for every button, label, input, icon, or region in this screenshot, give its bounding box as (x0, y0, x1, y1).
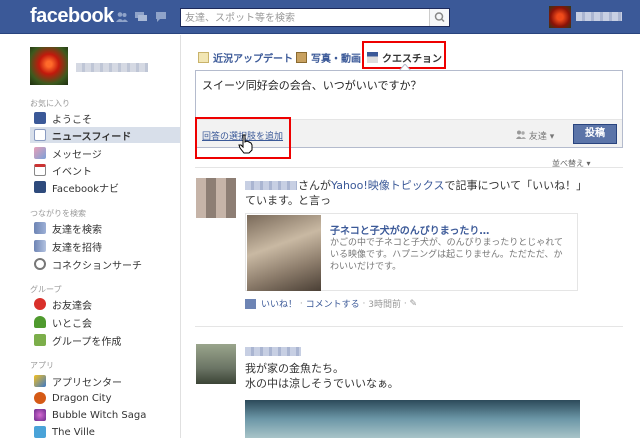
sidebar-item-label: メッセージ (52, 149, 102, 161)
sidebar-item-label: Facebookナビ (52, 183, 119, 195)
feed-separator (195, 167, 623, 168)
photo-icon (296, 51, 307, 63)
sidebar-item-news-feed[interactable]: ニュースフィード (30, 127, 180, 143)
invite-friends-icon (34, 240, 46, 252)
sidebar-item-create-group[interactable]: グループを作成 (34, 332, 180, 348)
question-text[interactable]: スイーツ同好会の会合、いつがいいですか？ (202, 77, 421, 93)
timestamp[interactable]: 3時間前 (368, 297, 401, 310)
notifications-icon[interactable] (155, 11, 167, 23)
tab-status-update[interactable]: 近況アップデート (198, 50, 293, 65)
sidebar-item-group-itoko[interactable]: いとこ会 (34, 314, 180, 330)
story-text: さんがYahoo!映像トピックスで記事について「いいね！」と言っ (298, 179, 588, 207)
sidebar-item-label: Dragon City (52, 392, 112, 404)
sidebar-item-bubble-witch[interactable]: Bubble Witch Saga (34, 407, 180, 423)
tab-label: 近況アップデート (213, 53, 293, 65)
yahoo-app-icon (245, 298, 256, 309)
search-input[interactable] (185, 11, 425, 25)
sidebar-item-label: お友達会 (52, 300, 92, 312)
avatar[interactable] (196, 178, 236, 218)
sidebar-item-label: ようこそ (52, 114, 92, 126)
avatar[interactable] (196, 344, 236, 384)
sidebar-item-label: イベント (52, 166, 92, 178)
sidebar-item-navi[interactable]: Facebookナビ (34, 179, 180, 195)
video-thumbnail[interactable] (247, 215, 321, 291)
sidebar-item-label: 友達を検索 (52, 224, 102, 236)
audience-selector[interactable]: 友達 ▾ (516, 129, 554, 142)
the-ville-icon (34, 426, 46, 438)
tab-label: 写真・動画 (311, 53, 361, 65)
app-center-icon (34, 375, 46, 387)
messages-icon (34, 147, 46, 159)
facebook-logo[interactable]: facebook (30, 5, 114, 28)
sidebar-item-label: 友達を招待 (52, 242, 102, 254)
audience-label: 友達 (528, 132, 547, 142)
avatar[interactable] (549, 6, 571, 28)
sidebar-item-label: Bubble Witch Saga (52, 409, 147, 421)
sidebar-item-group-otomodachi[interactable]: お友達会 (34, 296, 180, 312)
apple-icon (34, 298, 46, 310)
friends-icon (516, 130, 526, 139)
sidebar-item-invite-friends[interactable]: 友達を招待 (34, 238, 180, 254)
status-line-1: 我が家の金魚たち。 (245, 362, 344, 375)
search-box[interactable] (180, 8, 450, 27)
bubble-witch-icon (34, 409, 46, 421)
calendar-icon (34, 164, 46, 176)
status-line-2: 水の中は涼しそうでいいなぁ。 (245, 377, 399, 390)
section-apps: アプリ (30, 361, 54, 370)
story-actions: いいね！ · コメントする · 3時間前 · ✎ (245, 297, 417, 310)
story-text-line2: ています。 (245, 194, 299, 207)
facebook-f-icon (34, 112, 46, 124)
sidebar-item-app-center[interactable]: アプリセンター (34, 373, 180, 389)
user-name-redacted[interactable] (576, 12, 622, 21)
magnifier-icon (34, 258, 46, 270)
sidebar-item-label: コネクションサーチ (52, 260, 142, 272)
friend-name-redacted[interactable] (245, 181, 297, 190)
sidebar-item-label: The Ville (52, 426, 95, 438)
chevron-down-icon: ▾ (549, 132, 555, 142)
sidebar-item-find-friends[interactable]: 友達を検索 (34, 220, 180, 236)
sidebar-item-dragon-city[interactable]: Dragon City (34, 390, 180, 406)
column-divider (180, 35, 181, 438)
sidebar-item-label: アプリセンター (52, 377, 122, 389)
section-connect: つながりを検索 (30, 209, 86, 218)
app-link[interactable]: Yahoo!映像トピックス (331, 179, 444, 192)
comment-link[interactable]: コメントする (306, 297, 360, 310)
aquarium-photo[interactable] (245, 400, 580, 438)
sidebar-item-connection-search[interactable]: コネクションサーチ (34, 256, 180, 272)
attachment-title[interactable]: 子ネコと子犬がのんびりまったり… (330, 222, 489, 237)
news-feed-icon (34, 129, 46, 141)
section-favorites: お気に入り (30, 99, 70, 108)
profile-name-redacted[interactable] (76, 63, 148, 72)
like-link[interactable]: いいね！ (261, 297, 297, 310)
profile-picture[interactable] (30, 47, 68, 85)
sidebar-item-label: グループを作成 (52, 336, 122, 348)
tab-photo-video[interactable]: 写真・動画 (296, 50, 361, 65)
link-attachment[interactable]: 子ネコと子犬がのんびりまったり… かごの中で子ネコと子犬が、のんびりまったりとじ… (245, 213, 578, 291)
find-friends-icon (34, 222, 46, 234)
top-bar: facebook (0, 0, 640, 34)
attachment-description: かごの中で子ネコと子犬が、のんびりまったりとじゃれている映像です。ハプニングは起… (330, 238, 564, 272)
friend-requests-icon[interactable] (116, 11, 128, 23)
search-button[interactable] (429, 9, 449, 26)
feed-separator (195, 326, 623, 327)
privacy-icon[interactable]: ✎ (410, 299, 418, 309)
search-icon (434, 12, 445, 23)
sidebar-item-label: ニュースフィード (52, 131, 132, 143)
section-groups: グループ (30, 285, 62, 294)
dragon-city-icon (34, 392, 46, 404)
sidebar-item-events[interactable]: イベント (34, 162, 180, 178)
pencil-icon (198, 51, 209, 63)
friend-name-redacted[interactable] (245, 347, 301, 356)
sidebar-item-messages[interactable]: メッセージ (34, 145, 180, 161)
sidebar-item-label: いとこ会 (52, 318, 92, 330)
sidebar-item-welcome[interactable]: ようこそ (34, 110, 180, 126)
messages-icon[interactable] (135, 11, 147, 23)
create-group-icon (34, 334, 46, 346)
navi-icon (34, 181, 46, 193)
tree-icon (34, 316, 46, 328)
post-button[interactable]: 投稿 (573, 124, 617, 144)
hand-cursor-icon (238, 134, 253, 154)
